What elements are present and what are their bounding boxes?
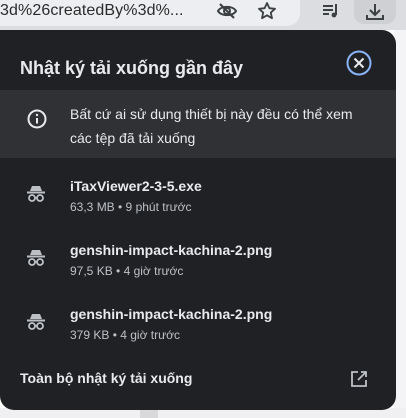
close-icon — [346, 50, 372, 76]
browser-toolbar: 3d%26createdBy%3d%... — [0, 0, 406, 30]
open-external-icon — [351, 371, 367, 387]
address-bar-url[interactable]: 3d%26createdBy%3d%... — [0, 2, 184, 20]
playlist-icon[interactable] — [318, 0, 344, 22]
downloads-title: Nhật ký tải xuống gần đây — [20, 58, 244, 78]
privacy-notice-text: Bất cứ ai sử dụng thiết bị này đều có th… — [70, 106, 353, 146]
download-item-meta: 379 KB • 4 giờ trước — [70, 328, 181, 342]
eye-off-icon[interactable] — [214, 0, 240, 22]
incognito-icon — [27, 250, 45, 266]
incognito-icon — [27, 186, 45, 202]
download-icon — [366, 4, 384, 20]
close-button[interactable] — [344, 48, 374, 78]
download-item-name[interactable]: genshin-impact-kachina-2.png — [70, 242, 272, 258]
info-icon — [27, 109, 47, 129]
incognito-icon — [27, 314, 45, 330]
download-item[interactable]: genshin-impact-kachina-2.png 97,5 KB • 4… — [0, 230, 396, 292]
download-item[interactable]: iTaxViewer2-3-5.exe 63,3 MB • 9 phút trư… — [0, 166, 396, 228]
downloads-bubble: Nhật ký tải xuống gần đây Bất cứ ai sử d… — [0, 30, 396, 410]
download-item-name[interactable]: iTaxViewer2-3-5.exe — [70, 178, 202, 194]
browser-window: 3d%26createdBy%3d%... Nhật ký tải xuống … — [0, 0, 406, 418]
open-downloads-page-button[interactable] — [346, 366, 372, 392]
full-download-history-link[interactable]: Toàn bộ nhật ký tải xuống — [20, 370, 192, 386]
download-item-name[interactable]: genshin-impact-kachina-2.png — [70, 306, 272, 322]
privacy-notice: Bất cứ ai sử dụng thiết bị này đều có th… — [0, 90, 396, 158]
download-item-meta: 97,5 KB • 4 giờ trước — [70, 264, 184, 278]
star-icon[interactable] — [254, 0, 280, 22]
download-item-meta: 63,3 MB • 9 phút trước — [70, 200, 192, 214]
download-item[interactable]: genshin-impact-kachina-2.png 379 KB • 4 … — [0, 294, 396, 356]
download-button[interactable] — [354, 0, 396, 24]
